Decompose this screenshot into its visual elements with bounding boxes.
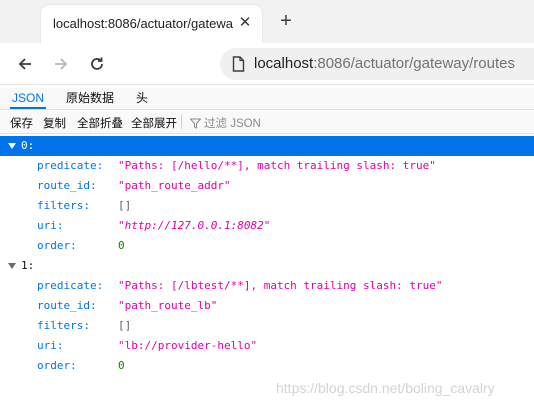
- json-key: order:: [37, 239, 77, 252]
- url-path: :8086/actuator/gateway/routes: [313, 55, 515, 72]
- reload-icon: [91, 57, 103, 70]
- url-host: localhost: [254, 55, 314, 72]
- tree-row[interactable]: route_id: "path_route_lb": [0, 296, 534, 316]
- tab-headers[interactable]: 头: [134, 88, 150, 109]
- tab-title: localhost:8086/actuator/gateway: [53, 16, 233, 31]
- navigation-toolbar: localhost:8086/actuator/gateway/routes: [0, 43, 534, 85]
- tab-json[interactable]: JSON: [10, 88, 47, 109]
- json-value: 0: [118, 359, 125, 372]
- expand-toggle-icon[interactable]: [8, 143, 16, 149]
- tab-raw-data[interactable]: 原始数据: [64, 88, 116, 109]
- json-key: uri:: [37, 339, 64, 352]
- collapse-all-button[interactable]: 全部折叠: [77, 115, 123, 131]
- json-value: "lb://provider-hello": [118, 339, 258, 352]
- url-text[interactable]: localhost:8086/actuator/gateway/routes: [254, 55, 515, 72]
- tree-row[interactable]: filters: []: [0, 196, 534, 216]
- json-value: "Paths: [/lbtest/**], match trailing sla…: [118, 279, 443, 292]
- tree-row[interactable]: route_id: "path_route_addr": [0, 176, 534, 196]
- tree-row[interactable]: predicate: "Paths: [/hello/**], match tr…: [0, 156, 534, 176]
- save-button[interactable]: 保存: [10, 115, 33, 131]
- json-key: predicate:: [37, 159, 104, 172]
- json-value: "path_route_addr": [118, 179, 231, 192]
- json-value-link[interactable]: "http://127.0.0.1:8082": [118, 216, 270, 236]
- json-value: []: [118, 319, 132, 332]
- forward-arrow-icon: [55, 58, 68, 70]
- json-key: filters:: [37, 199, 90, 212]
- watermark: https://blog.csdn.net/boling_cavalry: [276, 380, 495, 396]
- tree-row[interactable]: order: 0: [0, 356, 534, 376]
- filter-placeholder: 过滤 JSON: [204, 118, 261, 130]
- new-tab-button[interactable]: +: [274, 9, 298, 33]
- copy-button[interactable]: 复制: [43, 115, 66, 131]
- route-index: 0:: [21, 139, 35, 152]
- back-arrow-icon: [18, 58, 31, 70]
- tree-row[interactable]: filters: []: [0, 316, 534, 336]
- browser-tab[interactable]: localhost:8086/actuator/gateway ✕: [41, 5, 262, 43]
- address-bar[interactable]: localhost:8086/actuator/gateway/routes: [220, 48, 534, 80]
- tree-row-route-1[interactable]: 1:: [0, 256, 534, 276]
- expand-all-button[interactable]: 全部展开: [131, 115, 177, 131]
- json-key: predicate:: [37, 279, 104, 292]
- tree-row[interactable]: uri: "http://127.0.0.1:8082": [0, 216, 534, 236]
- tree-row[interactable]: order: 0: [0, 236, 534, 256]
- browser-tab-strip: localhost:8086/actuator/gateway ✕ +: [0, 0, 534, 43]
- json-key: route_id:: [37, 299, 97, 312]
- json-key: uri:: [37, 219, 64, 232]
- toolbar-divider: [181, 115, 182, 129]
- json-key: filters:: [37, 319, 90, 332]
- filter-json-input[interactable]: 过滤 JSON: [189, 115, 261, 131]
- json-value: "path_route_lb": [118, 299, 218, 312]
- back-button[interactable]: [12, 51, 38, 77]
- json-value: []: [118, 199, 132, 212]
- expand-toggle-icon[interactable]: [8, 263, 16, 269]
- close-tab-icon[interactable]: ✕: [236, 14, 254, 32]
- tree-row[interactable]: predicate: "Paths: [/lbtest/**], match t…: [0, 276, 534, 296]
- json-key: route_id:: [37, 179, 97, 192]
- filter-icon: [189, 118, 202, 129]
- route-index: 1:: [21, 259, 35, 272]
- forward-button[interactable]: [48, 51, 74, 77]
- json-value: 0: [118, 239, 125, 252]
- json-value: "Paths: [/hello/**], match trailing slas…: [118, 159, 436, 172]
- tree-row[interactable]: uri: "lb://provider-hello": [0, 336, 534, 356]
- json-viewer-tabs: JSON 原始数据 头: [0, 88, 534, 110]
- json-toolbar: 保存 复制 全部折叠 全部展开 过滤 JSON: [0, 111, 534, 134]
- json-key: order:: [37, 359, 77, 372]
- tree-row-route-0[interactable]: 0:: [0, 136, 534, 156]
- reload-button[interactable]: [84, 51, 110, 77]
- page-info-icon[interactable]: [232, 56, 245, 72]
